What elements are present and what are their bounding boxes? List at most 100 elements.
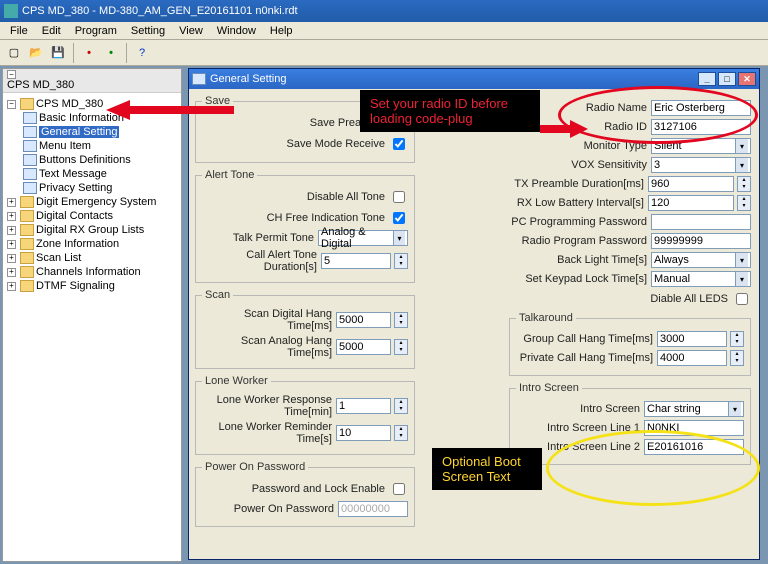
spinner[interactable]: ▴▾ bbox=[394, 425, 408, 441]
spinner[interactable]: ▴▾ bbox=[394, 253, 408, 269]
spinner[interactable]: ▴▾ bbox=[394, 339, 408, 355]
tree-scan-list[interactable]: +Scan List bbox=[5, 251, 179, 265]
toolbar: ▢ 📂 💾 • • ? bbox=[0, 40, 768, 66]
folder-icon bbox=[20, 266, 34, 278]
annotation-red-text: Set your radio ID before loading code-pl… bbox=[360, 90, 540, 132]
separator bbox=[126, 43, 127, 63]
group-call-hang-input[interactable] bbox=[657, 331, 727, 347]
tree-channels-info[interactable]: +Channels Information bbox=[5, 265, 179, 279]
minus-icon[interactable]: − bbox=[7, 100, 16, 109]
spinner[interactable]: ▴▾ bbox=[394, 312, 408, 328]
tree-digital-contacts[interactable]: +Digital Contacts bbox=[5, 209, 179, 223]
lone-reminder-input[interactable] bbox=[336, 425, 391, 441]
tree-digit-emergency[interactable]: +Digit Emergency System bbox=[5, 195, 179, 209]
power-on-group: Power On Password Password and Lock Enab… bbox=[195, 461, 415, 527]
tree-text-message[interactable]: Text Message bbox=[5, 167, 179, 181]
save-icon[interactable]: 💾 bbox=[48, 43, 68, 63]
chevron-down-icon: ▾ bbox=[735, 253, 748, 267]
tree-privacy-setting[interactable]: Privacy Setting bbox=[5, 181, 179, 195]
radio-prog-password-input[interactable] bbox=[651, 233, 751, 249]
spinner[interactable]: ▴▾ bbox=[394, 398, 408, 414]
private-call-hang-input[interactable] bbox=[657, 350, 727, 366]
folder-icon bbox=[20, 238, 34, 250]
tree-general-setting[interactable]: General Setting bbox=[5, 125, 179, 139]
vox-sensitivity-select[interactable]: 3▾ bbox=[651, 157, 751, 173]
mdi-title: General Setting bbox=[210, 73, 286, 85]
keypad-lock-select[interactable]: Manual▾ bbox=[651, 271, 751, 287]
scan-digital-hang-input[interactable] bbox=[336, 312, 391, 328]
lone-worker-group: Lone Worker Lone Worker Response Time[mi… bbox=[195, 375, 415, 455]
read-icon[interactable]: • bbox=[79, 43, 99, 63]
page-icon bbox=[23, 140, 37, 152]
plus-icon[interactable]: + bbox=[7, 226, 16, 235]
folder-icon bbox=[20, 280, 34, 292]
plus-icon[interactable]: + bbox=[7, 254, 16, 263]
rx-lowbat-input[interactable] bbox=[648, 195, 734, 211]
pc-prog-password-input[interactable] bbox=[651, 214, 751, 230]
spinner[interactable]: ▴▾ bbox=[737, 195, 751, 211]
call-alert-duration-input[interactable] bbox=[321, 253, 391, 269]
folder-icon bbox=[20, 196, 34, 208]
spinner[interactable]: ▴▾ bbox=[730, 331, 744, 347]
close-button[interactable]: ✕ bbox=[738, 72, 756, 86]
disable-leds-checkbox[interactable] bbox=[736, 293, 748, 305]
minimize-button[interactable]: _ bbox=[698, 72, 716, 86]
menu-window[interactable]: Window bbox=[211, 24, 262, 38]
menu-edit[interactable]: Edit bbox=[36, 24, 67, 38]
new-icon[interactable]: ▢ bbox=[4, 43, 24, 63]
scan-analog-hang-input[interactable] bbox=[336, 339, 391, 355]
open-icon[interactable]: 📂 bbox=[26, 43, 46, 63]
plus-icon[interactable]: + bbox=[7, 240, 16, 249]
annotation-yellow-text: Optional Boot Screen Text bbox=[432, 448, 542, 490]
lone-response-input[interactable] bbox=[336, 398, 391, 414]
menu-file[interactable]: File bbox=[4, 24, 34, 38]
disable-all-tone-checkbox[interactable] bbox=[393, 191, 405, 203]
plus-icon[interactable]: + bbox=[7, 212, 16, 221]
help-icon[interactable]: ? bbox=[132, 43, 152, 63]
tree-header: − CPS MD_380 bbox=[3, 69, 181, 93]
tx-preamble-input[interactable] bbox=[648, 176, 734, 192]
talkaround-group: Talkaround Group Call Hang Time[ms]▴▾ Pr… bbox=[509, 312, 751, 376]
tree-dtmf-signaling[interactable]: +DTMF Signaling bbox=[5, 279, 179, 293]
page-icon bbox=[23, 154, 37, 166]
chevron-down-icon: ▾ bbox=[728, 402, 741, 416]
window-icon bbox=[192, 73, 206, 85]
power-on-password-input bbox=[338, 501, 408, 517]
red-ellipse bbox=[558, 86, 758, 144]
page-icon bbox=[23, 168, 37, 180]
menu-view[interactable]: View bbox=[173, 24, 209, 38]
menu-help[interactable]: Help bbox=[264, 24, 299, 38]
menu-program[interactable]: Program bbox=[69, 24, 123, 38]
tree-zone-information[interactable]: +Zone Information bbox=[5, 237, 179, 251]
chevron-down-icon: ▾ bbox=[735, 139, 748, 153]
chevron-down-icon: ▾ bbox=[393, 231, 405, 245]
tree-menu-item[interactable]: Menu Item bbox=[5, 139, 179, 153]
plus-icon[interactable]: + bbox=[7, 198, 16, 207]
plus-icon[interactable]: + bbox=[7, 282, 16, 291]
backlight-select[interactable]: Always▾ bbox=[651, 252, 751, 268]
page-icon bbox=[23, 182, 37, 194]
pw-lock-enable-checkbox[interactable] bbox=[393, 483, 405, 495]
tree-root[interactable]: − CPS MD_380 bbox=[5, 97, 179, 111]
talk-permit-select[interactable]: Analog & Digital▾ bbox=[318, 230, 408, 246]
tree-digital-rx-groups[interactable]: +Digital RX Group Lists bbox=[5, 223, 179, 237]
tree-buttons-definitions[interactable]: Buttons Definitions bbox=[5, 153, 179, 167]
ch-free-tone-checkbox[interactable] bbox=[393, 212, 405, 224]
app-title: CPS MD_380 - MD-380_AM_GEN_E20161101 n0n… bbox=[22, 5, 298, 17]
chevron-down-icon: ▾ bbox=[735, 272, 748, 286]
spinner[interactable]: ▴▾ bbox=[737, 176, 751, 192]
write-icon[interactable]: • bbox=[101, 43, 121, 63]
page-icon bbox=[23, 112, 37, 124]
tree-basic-information[interactable]: Basic Information bbox=[5, 111, 179, 125]
menu-setting[interactable]: Setting bbox=[125, 24, 171, 38]
chevron-down-icon: ▾ bbox=[735, 158, 748, 172]
folder-icon bbox=[20, 252, 34, 264]
tree-collapse-icon[interactable]: − bbox=[7, 70, 16, 79]
spinner[interactable]: ▴▾ bbox=[730, 350, 744, 366]
save-mode-rx-checkbox[interactable] bbox=[393, 138, 405, 150]
tree-panel: − CPS MD_380 − CPS MD_380 Basic Informat… bbox=[2, 68, 182, 562]
intro-screen-select[interactable]: Char string▾ bbox=[644, 401, 744, 417]
plus-icon[interactable]: + bbox=[7, 268, 16, 277]
app-titlebar: CPS MD_380 - MD-380_AM_GEN_E20161101 n0n… bbox=[0, 0, 768, 22]
maximize-button[interactable]: □ bbox=[718, 72, 736, 86]
